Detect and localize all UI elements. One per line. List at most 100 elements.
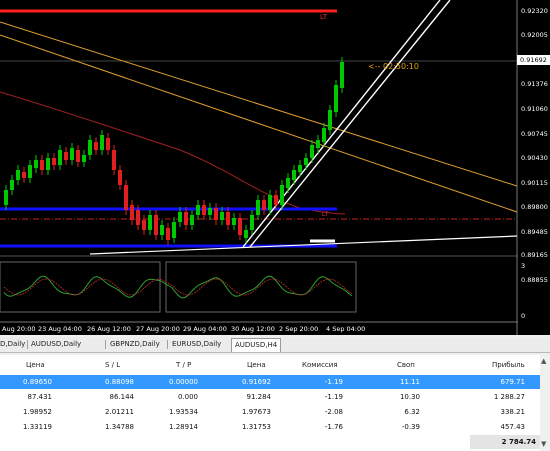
candle-body [316,140,320,148]
column-header-profit[interactable]: Прибыль [492,361,525,369]
table-row[interactable]: 1.33119 1.34788 1.28914 1.31753 -1.76 -0.39 45… [0,420,540,434]
candle-body [190,215,194,225]
candle-body [286,178,290,188]
column-header-price-open[interactable]: Цена [26,361,45,369]
line-label-top: LT [320,13,328,21]
candle-body [280,185,284,205]
scroll-up-icon[interactable]: ▲ [541,357,546,365]
candle-body [82,155,86,162]
chart-window[interactable]: LT LT <-- 02:50:10 0.92320 0.92005 0.916… [0,0,550,335]
candle-body [256,200,260,215]
tab-separator [167,340,168,349]
table-cell: 6.32 [404,408,420,416]
candle-body [58,150,62,165]
table-cell: 0.91692 [242,378,271,386]
candle-body [160,225,164,235]
column-header-price-current[interactable]: Цена [247,361,266,369]
candle-body [208,208,212,215]
column-header-sl[interactable]: S / L [105,361,120,369]
table-cell: 1.98952 [23,408,52,416]
table-cell: -1.76 [324,423,343,431]
tab-audusd-h4[interactable]: AUDUSD,H4 [231,338,282,352]
column-header-swap[interactable]: Своп [397,361,415,369]
candle-body [328,110,332,130]
candle-body [166,228,170,240]
table-row[interactable]: 87.431 86.144 0.000 91.284 -1.19 10.30 1 288.2… [0,390,540,404]
candle-body [334,85,338,112]
price-tick: 0.90430 [521,154,548,162]
table-cell: 10.30 [399,393,420,401]
candle-body [196,205,200,215]
candle-body [172,222,176,238]
candle-body [142,220,146,230]
candle-body [178,212,182,222]
time-tick: 4 Sep 04:00 [326,325,366,333]
price-tick: 0.91060 [521,105,548,113]
oscillator-panel-left [0,261,161,313]
column-header-commission[interactable]: Комиссия [302,361,338,369]
candle-body [268,195,272,210]
candle-body [64,152,68,160]
price-tick: 0.89485 [521,228,548,236]
candle-body [304,158,308,165]
oscillator-line-signal [3,278,353,296]
table-cell: 2.01211 [105,408,134,416]
tab-d-daily[interactable]: D,Daily [0,339,25,350]
price-tick: 0.89800 [521,203,548,211]
candle-body [52,158,56,165]
candle-body [22,172,26,178]
candle-body [118,170,122,185]
table-cell: 0.88098 [105,378,134,386]
candle-body [214,208,218,220]
candle-body [112,150,116,170]
table-cell: 679.71 [500,378,526,386]
candle-timer: <-- 02:50:10 [368,62,419,71]
total-profit: 2 784.74 [501,438,536,446]
time-tick: 29 Aug 04:00 [183,325,227,333]
table-scrollbar[interactable] [540,355,550,451]
table-cell: 1.31753 [242,423,271,431]
price-tick: 0.90745 [521,130,548,138]
price-chart[interactable] [0,0,550,335]
tab-eurusd-daily[interactable]: EURUSD,Daily [172,339,221,350]
current-price-label: 0.91692 [517,55,550,65]
table-cell: 0.000 [177,393,198,401]
candle-body [16,170,20,180]
total-profit-box: 2 784.74 [470,435,540,449]
chart-tabs: D,Daily AUDUSD,Daily GBPNZD,Daily EURUSD… [0,337,550,353]
table-row[interactable]: 0.89650 0.88098 0.00000 0.91692 -1.19 11.11 67… [0,375,540,389]
candle-body [220,212,224,220]
tab-audusd-daily[interactable]: AUDUSD,Daily [31,339,81,350]
table-cell: -1.19 [324,393,343,401]
tab-gbpnzd-daily[interactable]: GBPNZD,Daily [110,339,160,350]
candle-body [322,128,326,142]
time-tick: 30 Aug 12:00 [231,325,275,333]
line-label-mid: LT [322,211,329,218]
tab-separator [27,340,28,349]
candle-body [76,150,80,162]
table-header: Цена S / L T / P Цена Комиссия Своп Приб… [0,355,550,376]
candle-body [40,160,44,170]
channel-line-lower [0,34,518,213]
table-cell: -0.39 [401,423,420,431]
candle-body [106,138,110,150]
time-tick: 2 Sep 20:00 [279,325,319,333]
oscillator-panel-right [165,261,357,313]
candle-body [4,190,8,205]
trendline-1 [242,0,441,248]
candle-body [250,215,254,230]
candle-body [298,165,302,172]
column-header-tp[interactable]: T / P [176,361,191,369]
candle-body [292,170,296,180]
table-row[interactable]: 1.98952 2.01211 1.93534 1.97673 -2.08 6.32 338… [0,405,540,419]
candle-body [244,230,248,238]
candle-body [34,160,38,168]
table-cell: 87.431 [27,393,53,401]
scroll-down-icon[interactable]: ▼ [541,440,546,448]
table-cell: 86.144 [109,393,135,401]
candle-body [238,218,242,235]
candle-body [262,200,266,210]
oscillator-line-main [3,275,353,299]
candle-body [70,148,74,160]
time-tick: 23 Aug 04:00 [38,325,82,333]
